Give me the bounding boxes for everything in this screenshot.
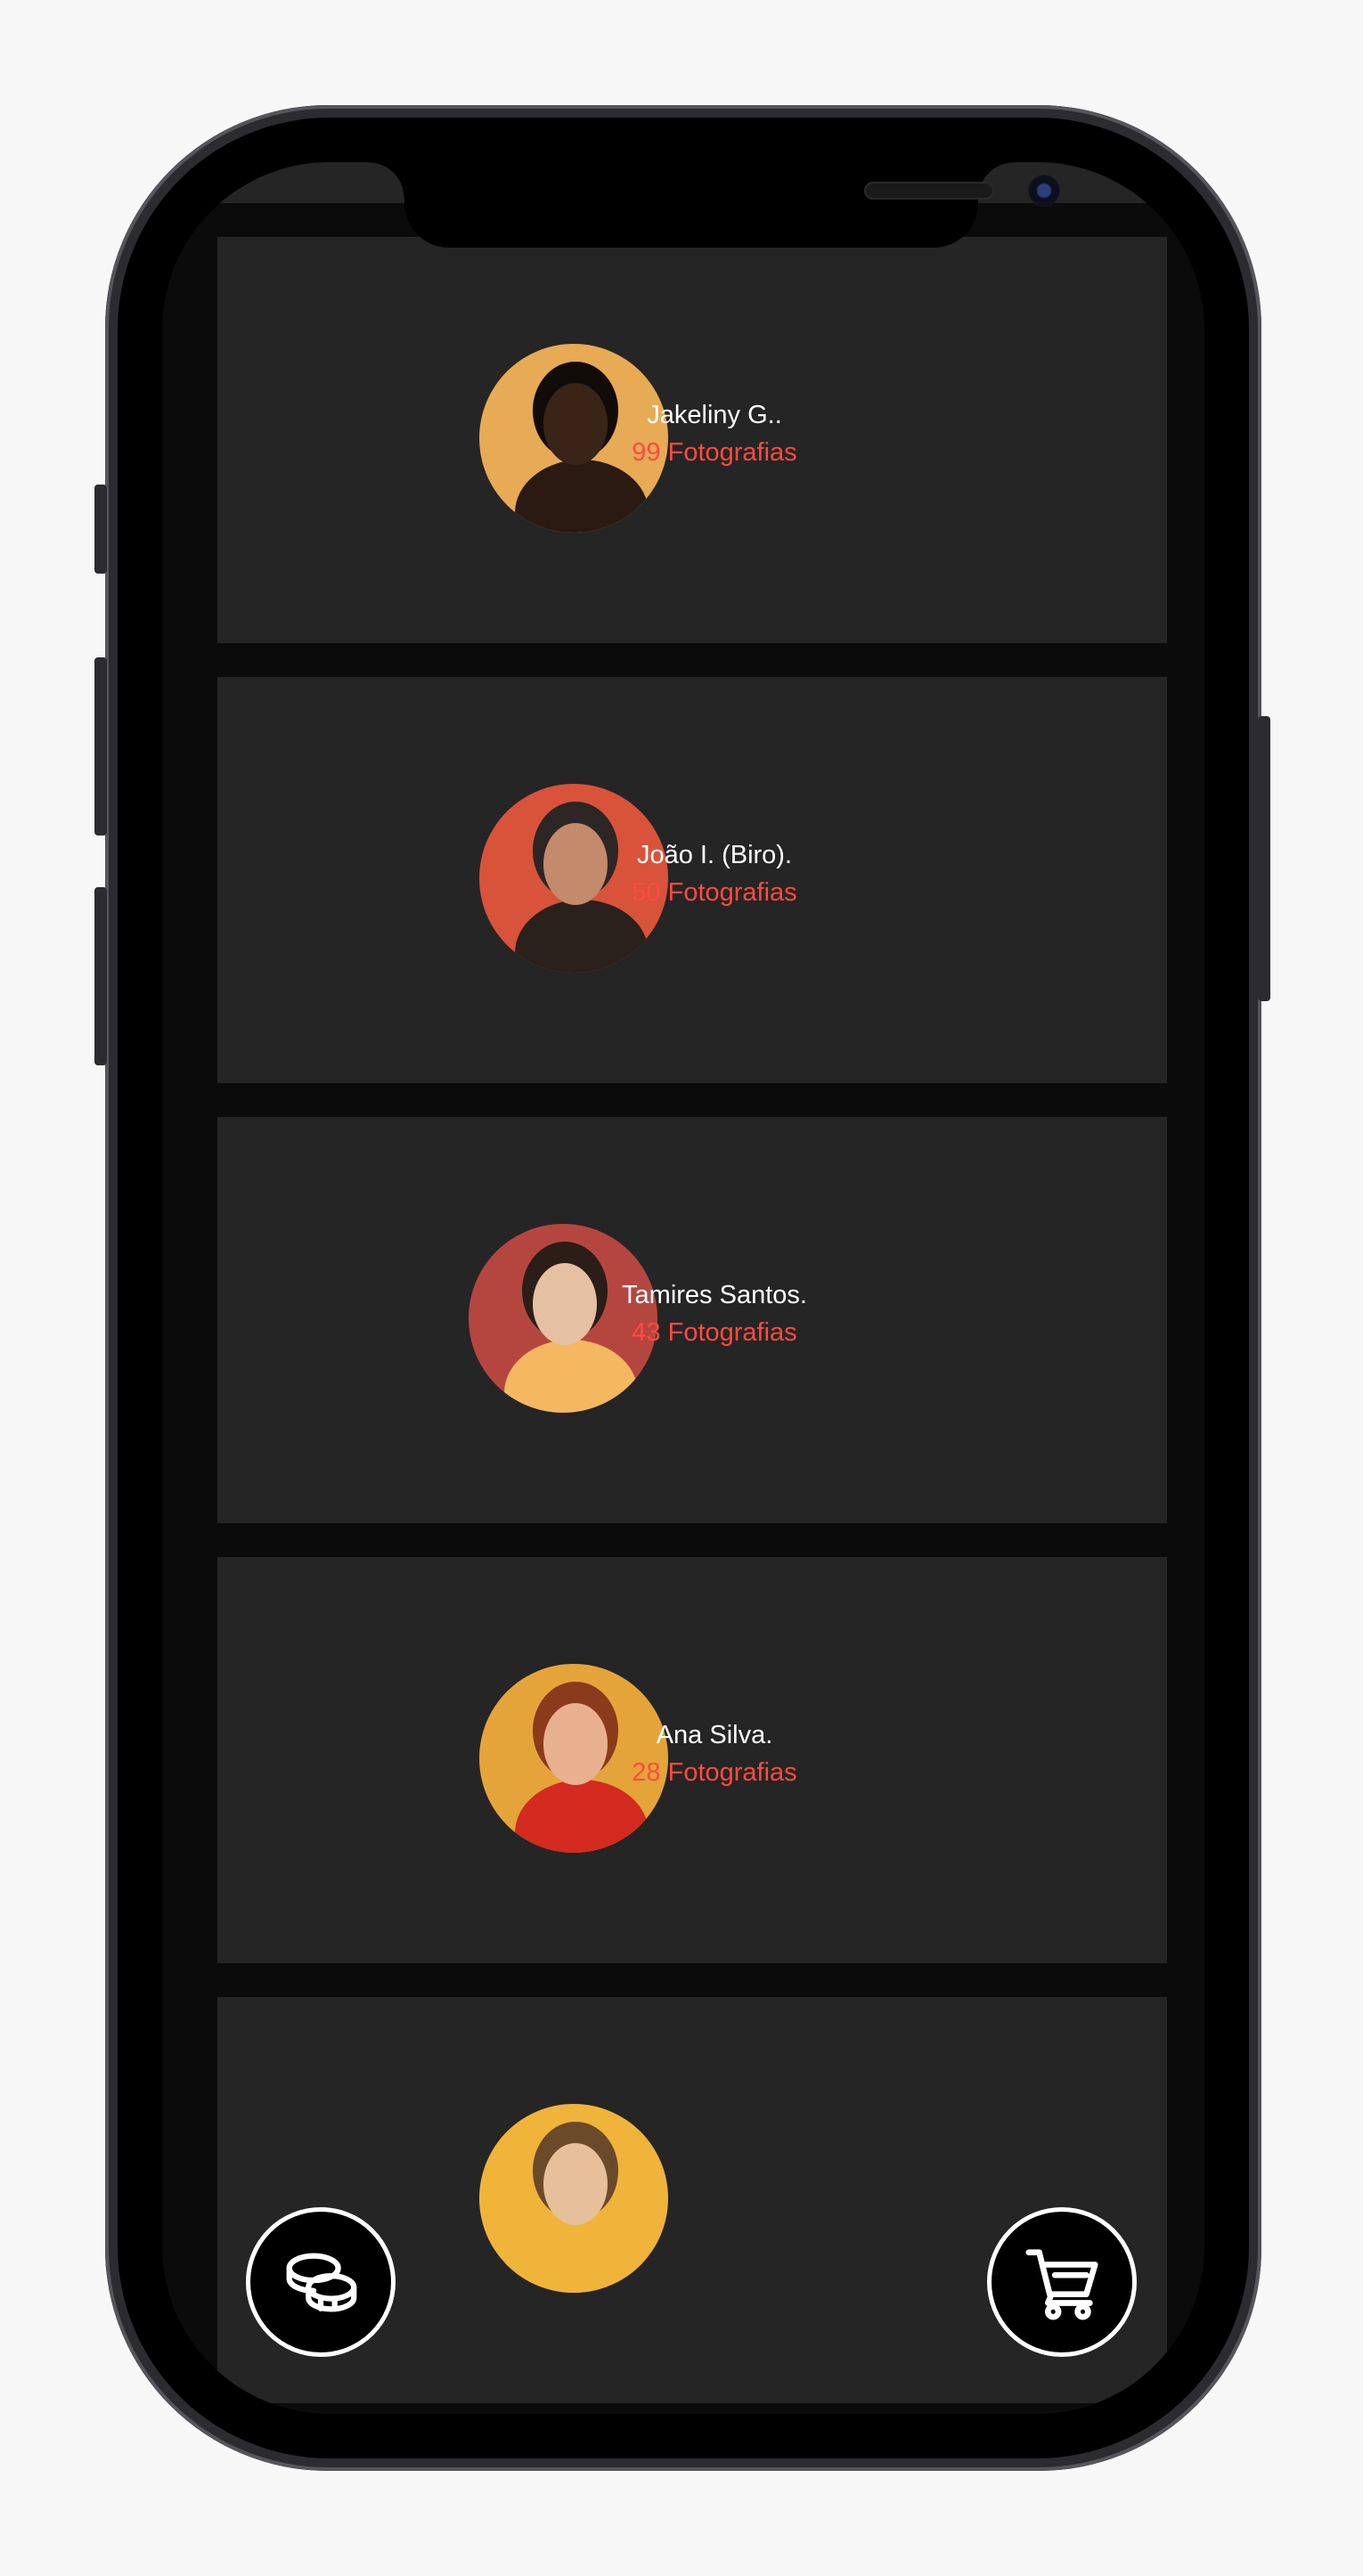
photographer-info: Ana Silva. 28 Fotografias: [608, 1717, 821, 1792]
photographer-name: Tamires Santos.: [622, 1281, 807, 1309]
volume-up-button: [94, 657, 107, 836]
volume-down-button: [94, 887, 107, 1065]
photographer-card[interactable]: Ana Silva. 28 Fotografias: [217, 1557, 1167, 1963]
photographer-list: Mayk Brito.80 FotografiasJakeliny G..99 …: [217, 162, 1167, 2414]
photographer-name: João I. (Biro).: [636, 841, 793, 869]
photo-count: 43 Fotografias: [632, 1318, 797, 1347]
notch: [404, 162, 1060, 248]
shopping-cart-button[interactable]: [987, 2207, 1137, 2357]
photographer-info: João I. (Biro). 50 Fotografias: [608, 837, 821, 912]
photo-count: 50 Fotografias: [632, 878, 797, 907]
photographer-card[interactable]: Tamires Santos. 43 Fotografias: [217, 1117, 1167, 1523]
mute-switch: [94, 485, 107, 574]
photo-count: 28 Fotografias: [632, 1758, 797, 1787]
photographer-card[interactable]: João I. (Biro). 50 Fotografias: [217, 677, 1167, 1083]
photographer-name: Ana Silva.: [656, 1721, 773, 1749]
power-button: [1258, 716, 1270, 1001]
front-camera: [1028, 175, 1060, 207]
photographer-avatar: [479, 2104, 668, 2293]
screen: Mayk Brito.80 FotografiasJakeliny G..99 …: [162, 162, 1204, 2414]
shopping-cart-icon: [1025, 2249, 1098, 2320]
photographer-card[interactable]: Jakeliny G.. 99 Fotografias: [217, 237, 1167, 643]
photographer-name: Jakeliny G..: [647, 401, 782, 429]
earpiece-speaker: [864, 182, 994, 200]
photographer-info: Tamires Santos. 43 Fotografias: [608, 1277, 821, 1352]
photo-count: 99 Fotografias: [632, 438, 797, 467]
coins-button[interactable]: [246, 2207, 396, 2357]
photographer-info: Jakeliny G.. 99 Fotografias: [608, 397, 821, 472]
coins-icon: [286, 2253, 357, 2312]
